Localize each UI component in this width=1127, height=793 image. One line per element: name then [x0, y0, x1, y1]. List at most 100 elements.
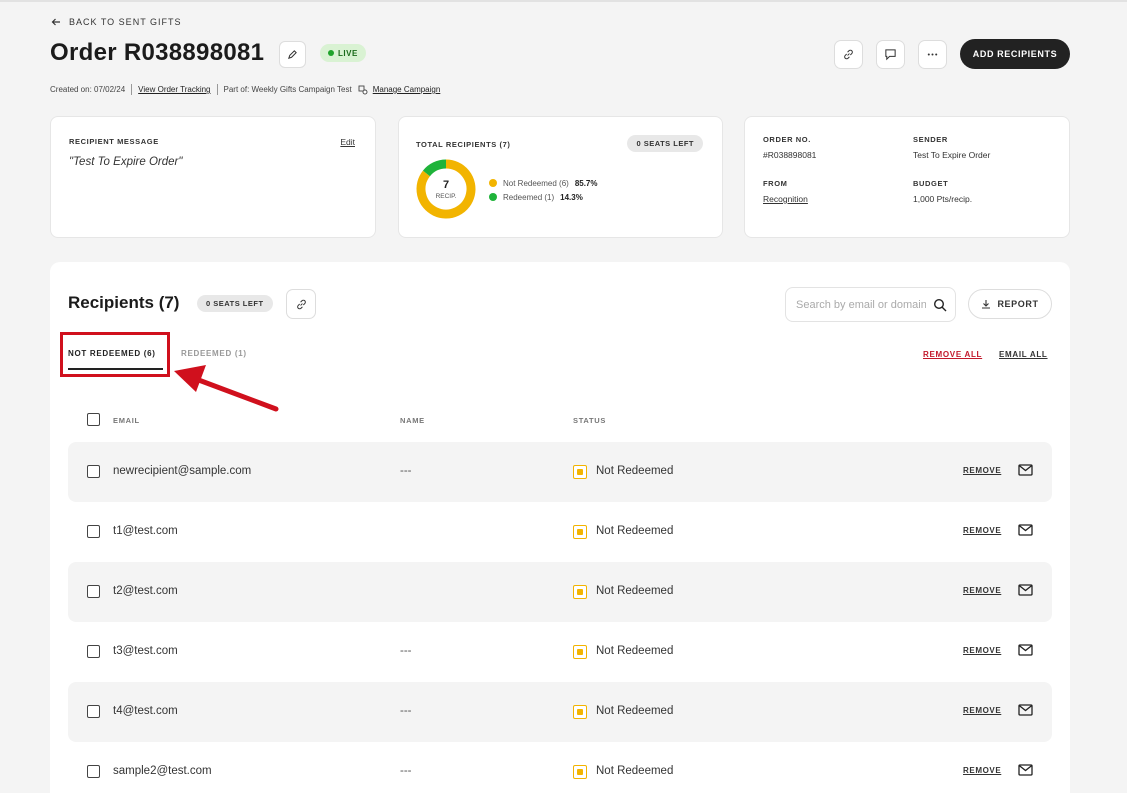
- row-checkbox[interactable]: [87, 525, 100, 538]
- total-recipients-card: TOTAL RECIPIENTS (7) 0 SEATS LEFT 7 RECI…: [398, 116, 723, 238]
- manage-campaign-link[interactable]: Manage Campaign: [373, 85, 441, 94]
- recipient-status: Not Redeemed: [596, 585, 674, 597]
- recipient-status: Not Redeemed: [596, 765, 674, 777]
- copy-recipient-link-button[interactable]: [286, 289, 316, 319]
- back-link[interactable]: BACK TO SENT GIFTS: [51, 17, 182, 27]
- sender-value: Test To Expire Order: [913, 150, 991, 160]
- order-number-value: #R038898081: [763, 150, 817, 160]
- table-row: t1@test.com Not Redeemed REMOVE: [68, 502, 1052, 562]
- recipient-name: ---: [400, 465, 412, 477]
- remove-recipient-link[interactable]: REMOVE: [963, 526, 1001, 535]
- from-link[interactable]: Recognition: [763, 194, 808, 204]
- donut-count: 7: [443, 179, 449, 191]
- recipients-panel: Recipients (7) 0 SEATS LEFT REPORT NOT R…: [50, 262, 1070, 793]
- recipient-status: Not Redeemed: [596, 705, 674, 717]
- page-title: Order R038898081: [50, 39, 265, 66]
- meta-divider: [131, 84, 133, 95]
- remove-recipient-link[interactable]: REMOVE: [963, 586, 1001, 595]
- not-redeemed-status-icon: [573, 645, 587, 659]
- remove-recipient-link[interactable]: REMOVE: [963, 766, 1001, 775]
- campaign-settings-icon: [358, 85, 368, 94]
- add-recipients-button[interactable]: ADD RECIPIENTS: [960, 39, 1070, 69]
- comment-icon: [885, 49, 896, 61]
- column-name: NAME: [400, 416, 425, 425]
- from-label: FROM: [763, 179, 788, 188]
- mail-icon[interactable]: [1018, 644, 1033, 656]
- copy-link-button[interactable]: [834, 40, 863, 69]
- remove-recipient-link[interactable]: REMOVE: [963, 466, 1001, 475]
- remove-recipient-link[interactable]: REMOVE: [963, 706, 1001, 715]
- recipient-email: newrecipient@sample.com: [113, 465, 252, 477]
- search-input[interactable]: [796, 298, 926, 311]
- more-options-button[interactable]: [918, 40, 947, 69]
- view-order-tracking-link[interactable]: View Order Tracking: [138, 85, 210, 94]
- order-number-label: ORDER NO.: [763, 135, 811, 144]
- report-button[interactable]: REPORT: [968, 289, 1052, 319]
- legend-label: Redeemed (1): [503, 192, 555, 202]
- campaign-name: Part of: Weekly Gifts Campaign Test: [223, 85, 352, 94]
- highlight-box: [60, 332, 170, 377]
- row-checkbox[interactable]: [87, 645, 100, 658]
- live-dot-icon: [328, 50, 334, 56]
- arrow-left-icon: [51, 18, 60, 26]
- order-meta: Created on: 07/02/24 View Order Tracking…: [50, 84, 440, 95]
- seats-left-badge: 0 SEATS LEFT: [627, 135, 703, 152]
- budget-field: BUDGET 1,000 Pts/recip.: [913, 179, 972, 204]
- not-redeemed-status-icon: [573, 525, 587, 539]
- sender-field: SENDER Test To Expire Order: [913, 135, 990, 160]
- legend-label: Not Redeemed (6): [503, 178, 569, 188]
- search-icon[interactable]: [933, 298, 947, 312]
- row-checkbox[interactable]: [87, 585, 100, 598]
- select-all-checkbox[interactable]: [87, 413, 100, 426]
- not-redeemed-status-icon: [573, 585, 587, 599]
- row-checkbox[interactable]: [87, 705, 100, 718]
- legend-item-redeemed: Redeemed (1) 14.3%: [489, 190, 598, 204]
- not-redeemed-status-icon: [573, 765, 587, 779]
- legend-percent: 14.3%: [560, 192, 583, 202]
- table-row: newrecipient@sample.com --- Not Redeemed RE…: [68, 442, 1052, 502]
- edit-title-button[interactable]: [279, 41, 306, 68]
- recipient-email: t3@test.com: [113, 645, 178, 657]
- recipient-email: t4@test.com: [113, 705, 178, 717]
- recipients-donut-chart: 7 RECIP.: [416, 159, 476, 219]
- total-recipients-label: TOTAL RECIPIENTS (7): [416, 140, 511, 149]
- recipient-email: t1@test.com: [113, 525, 178, 537]
- edit-message-link[interactable]: Edit: [340, 137, 355, 147]
- recipient-name: ---: [400, 705, 412, 717]
- seats-left-badge: 0 SEATS LEFT: [197, 295, 273, 312]
- remove-all-link[interactable]: REMOVE ALL: [923, 350, 982, 359]
- recipient-status: Not Redeemed: [596, 645, 674, 657]
- table-row: sample2@test.com --- Not Redeemed REMOVE: [68, 742, 1052, 793]
- legend-percent: 85.7%: [574, 178, 598, 188]
- remove-recipient-link[interactable]: REMOVE: [963, 646, 1001, 655]
- link-icon: [296, 299, 306, 309]
- top-divider: [0, 0, 1127, 2]
- budget-label: BUDGET: [913, 179, 949, 188]
- mail-icon[interactable]: [1018, 464, 1033, 476]
- status-badge-label: LIVE: [338, 48, 358, 58]
- recipient-email: t2@test.com: [113, 585, 178, 597]
- recipients-title: Recipients (7): [68, 293, 180, 312]
- comment-button[interactable]: [876, 40, 905, 69]
- email-all-link[interactable]: EMAIL ALL: [999, 350, 1048, 359]
- tab-redeemed[interactable]: REDEEMED (1): [181, 349, 247, 358]
- order-details-card: ORDER NO. #R038898081 SENDER Test To Exp…: [744, 116, 1070, 238]
- recipient-message-card: RECIPIENT MESSAGE Edit "Test To Expire O…: [50, 116, 376, 238]
- pencil-icon: [288, 50, 297, 59]
- not-redeemed-status-icon: [573, 465, 587, 479]
- row-checkbox[interactable]: [87, 765, 100, 778]
- mail-icon[interactable]: [1018, 584, 1033, 596]
- legend-item-not-redeemed: Not Redeemed (6) 85.7%: [489, 176, 598, 190]
- legend-dot-redeemed: [489, 193, 497, 201]
- donut-slice-1: [422, 159, 447, 177]
- mail-icon[interactable]: [1018, 764, 1033, 776]
- mail-icon[interactable]: [1018, 524, 1033, 536]
- recipient-status: Not Redeemed: [596, 465, 674, 477]
- recipient-search: [785, 287, 956, 322]
- row-checkbox[interactable]: [87, 465, 100, 478]
- recipient-name: ---: [400, 765, 412, 777]
- mail-icon[interactable]: [1018, 704, 1033, 716]
- report-label: REPORT: [997, 299, 1039, 309]
- table-row: t2@test.com Not Redeemed REMOVE: [68, 562, 1052, 622]
- download-icon: [982, 300, 991, 309]
